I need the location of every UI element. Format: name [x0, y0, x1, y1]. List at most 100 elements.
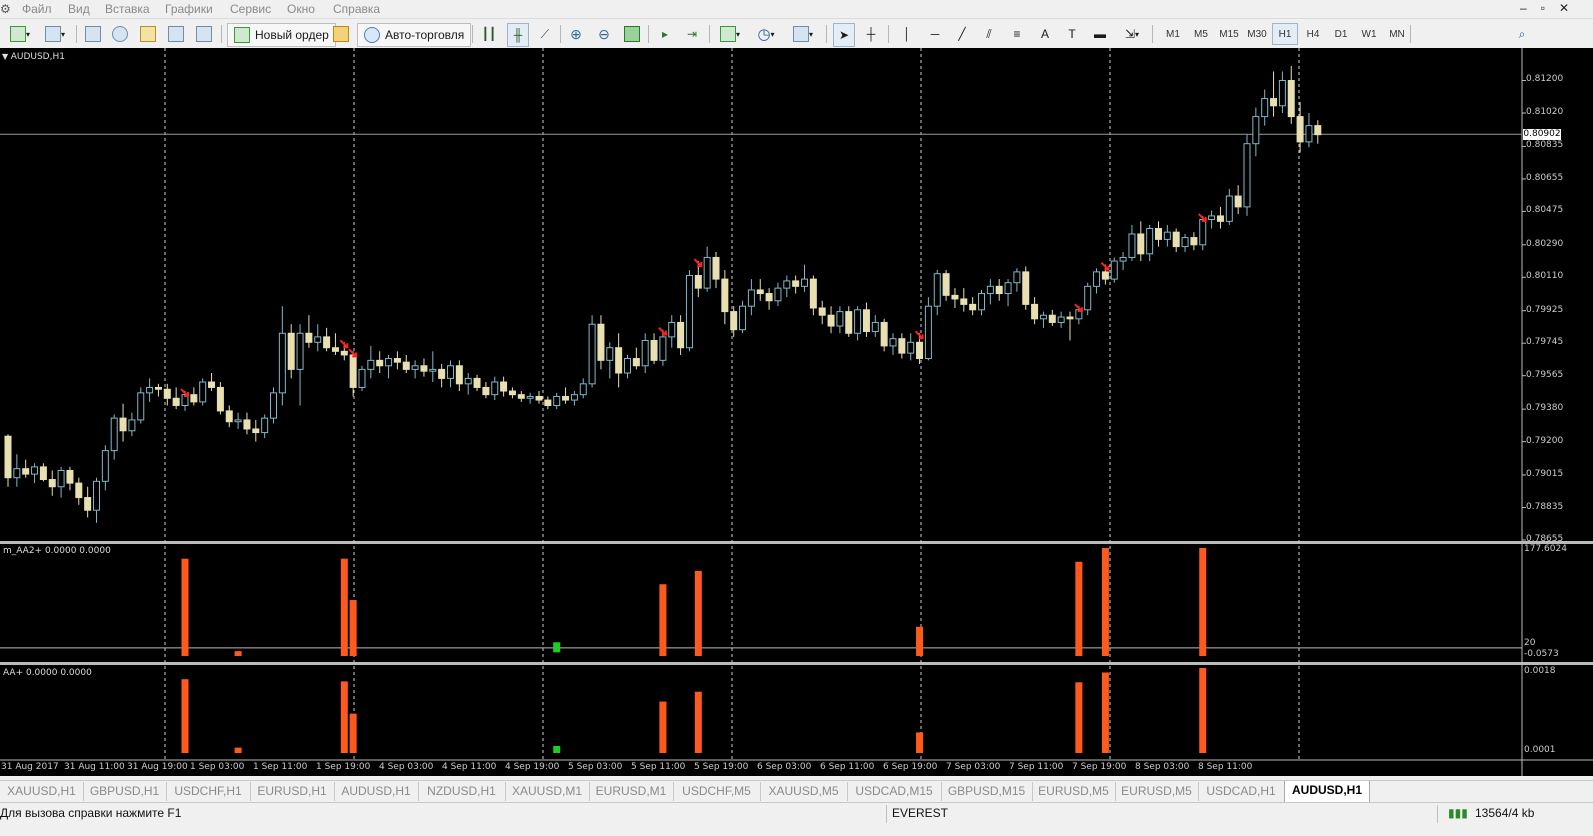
- chart-shift-button[interactable]: ⇥: [683, 23, 701, 45]
- app-icon: ⚙: [0, 2, 11, 16]
- arrows-icon[interactable]: ⇲ ▾: [1118, 23, 1146, 45]
- tester-button[interactable]: [195, 23, 213, 45]
- tab-usdchf-m5[interactable]: USDCHF,M5: [673, 782, 761, 801]
- tab-eurusd-m5[interactable]: EURUSD,M5: [1115, 782, 1199, 801]
- timeframe-w1[interactable]: W1: [1356, 23, 1382, 45]
- time-label: 5 Sep 19:00: [694, 762, 749, 772]
- indicator1-axis-bottom: -0.0573: [1524, 649, 1559, 659]
- timeframe-h1[interactable]: H1: [1272, 23, 1298, 45]
- bar-chart-button[interactable]: ┃┃: [480, 23, 498, 45]
- candle-body: [1287, 79, 1295, 118]
- candle-body: [1190, 237, 1198, 246]
- timeframe-m5[interactable]: M5: [1188, 23, 1214, 45]
- candle-body: [110, 417, 118, 452]
- candle-body: [128, 419, 136, 432]
- timeframe-d1[interactable]: D1: [1328, 23, 1354, 45]
- new-order-button[interactable]: Новый ордер: [227, 23, 336, 47]
- metaeditor-button[interactable]: [332, 23, 350, 45]
- candle-body: [995, 285, 1003, 295]
- tab-xauusd-h1[interactable]: XAUUSD,H1: [0, 782, 84, 801]
- timeframe-mn[interactable]: MN: [1384, 23, 1410, 45]
- time-label: 31 Aug 11:00: [64, 762, 125, 772]
- autoscroll-button[interactable]: ▸: [656, 23, 674, 45]
- trendline-icon[interactable]: ╱: [953, 23, 971, 45]
- chart-window[interactable]: ▼ AUDUSD,H1 m_AA2+ 0.0000 0.0000 AA+ 0.0…: [0, 48, 1593, 776]
- label-icon[interactable]: ▬: [1091, 23, 1109, 45]
- tab-audusd-h1[interactable]: AUDUSD,H1: [334, 782, 419, 801]
- candle-body: [1022, 271, 1030, 305]
- tab-gbpusd-m15[interactable]: GBPUSD,M15: [941, 782, 1033, 801]
- vertical-line-icon[interactable]: │: [898, 23, 916, 45]
- text-label-icon[interactable]: T: [1063, 23, 1081, 45]
- periods-button[interactable]: ◷ ▾: [752, 23, 780, 45]
- candle-body: [190, 394, 198, 403]
- text-icon[interactable]: A: [1036, 23, 1054, 45]
- profiles-button[interactable]: ▾: [40, 23, 70, 45]
- indicator2-bar: [1101, 672, 1109, 753]
- candle-body: [376, 359, 384, 367]
- candle-body: [685, 274, 693, 349]
- timeframe-m30[interactable]: M30: [1244, 23, 1270, 45]
- candle-body: [553, 395, 561, 406]
- timeframe-m1[interactable]: M1: [1160, 23, 1186, 45]
- line-chart-button[interactable]: ⟋: [536, 23, 554, 45]
- fibonacci-icon[interactable]: ≡: [1008, 23, 1026, 45]
- menu-insert[interactable]: Вставка: [105, 2, 150, 16]
- candle-body: [774, 287, 782, 302]
- tab-eurusd-h1[interactable]: EURUSD,H1: [250, 782, 335, 801]
- indicator1-bar: [349, 600, 357, 656]
- tab-usdcad-h1[interactable]: USDCAD,H1: [1198, 782, 1285, 801]
- tab-eurusd-m5[interactable]: EURUSD,M5: [1032, 782, 1116, 801]
- timeframe-h4[interactable]: H4: [1300, 23, 1326, 45]
- menu-view[interactable]: Вид: [68, 2, 90, 16]
- candle-body: [871, 321, 879, 332]
- zoom-in-icon[interactable]: ⊕: [567, 23, 585, 45]
- candle-body: [367, 359, 375, 370]
- tab-xauusd-m5[interactable]: XAUUSD,M5: [760, 782, 848, 801]
- candle-body: [473, 377, 481, 388]
- tile-windows-button[interactable]: [623, 23, 641, 45]
- indicators-button[interactable]: ▾: [716, 23, 744, 45]
- tab-nzdusd-h1[interactable]: NZDUSD,H1: [418, 782, 506, 801]
- zoom-out-icon[interactable]: ⊖: [595, 23, 613, 45]
- menu-file[interactable]: Файл: [22, 2, 52, 16]
- new-chart-button[interactable]: ▾: [6, 23, 34, 45]
- tab-audusd-h1[interactable]: AUDUSD,H1: [1284, 781, 1370, 803]
- price-label: 0.79745: [1526, 337, 1564, 348]
- indicator1-bar: [1075, 561, 1083, 656]
- candle-body: [411, 365, 419, 370]
- candle-body: [579, 383, 587, 396]
- candle-body: [907, 341, 915, 354]
- tab-eurusd-m1[interactable]: EURUSD,M1: [589, 782, 674, 801]
- menu-window[interactable]: Окно: [287, 2, 315, 16]
- tab-xauusd-m1[interactable]: XAUUSD,M1: [505, 782, 590, 801]
- timeframe-m15[interactable]: M15: [1216, 23, 1242, 45]
- crosshair-icon[interactable]: ┼: [862, 23, 880, 45]
- cursor-icon[interactable]: ➤: [833, 23, 855, 47]
- templates-button[interactable]: ▾: [788, 23, 818, 45]
- tab-usdcad-m15[interactable]: USDCAD,M15: [847, 782, 942, 801]
- window-controls[interactable]: –▫✕: [1520, 1, 1583, 15]
- indicator1-bar: [1199, 548, 1207, 656]
- menu-tools[interactable]: Сервис: [230, 2, 271, 16]
- channel-icon[interactable]: ⫽: [980, 23, 998, 45]
- market-watch-button[interactable]: [84, 23, 102, 45]
- auto-trading-button[interactable]: Авто-торговля: [357, 23, 472, 47]
- candle-body: [703, 256, 711, 289]
- candlestick-button[interactable]: ╫: [507, 23, 529, 47]
- indicator1-axis-top: 177.6024: [1524, 544, 1567, 554]
- horizontal-line-icon[interactable]: ─: [926, 23, 944, 45]
- tab-usdchf-h1[interactable]: USDCHF,H1: [166, 782, 251, 801]
- data-window-button[interactable]: [111, 23, 129, 45]
- menu-help[interactable]: Справка: [333, 2, 380, 16]
- candle-body: [1163, 231, 1171, 240]
- search-icon[interactable]: ⌕: [1513, 23, 1531, 45]
- candle-body: [606, 347, 614, 361]
- candle-body: [349, 354, 357, 388]
- navigator-button[interactable]: [139, 23, 157, 45]
- tab-gbpusd-h1[interactable]: GBPUSD,H1: [83, 782, 167, 801]
- price-label: 0.78835: [1526, 501, 1564, 512]
- candle-body: [588, 323, 596, 385]
- terminal-button[interactable]: [167, 23, 185, 45]
- menu-charts[interactable]: Графики: [165, 2, 213, 16]
